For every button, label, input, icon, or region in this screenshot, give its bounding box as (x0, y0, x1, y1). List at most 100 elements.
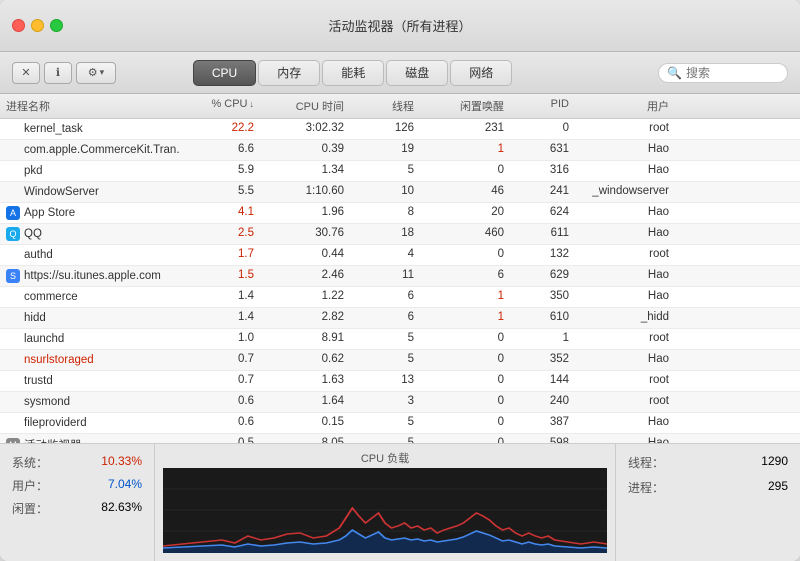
toolbar-left: ✕ ℹ ⚙ ▾ (12, 62, 116, 84)
cell-pid: 316 (510, 162, 575, 180)
cell-time: 0.39 (260, 141, 350, 159)
table-row[interactable]: hidd 1.4 2.82 6 1 610 _hidd (0, 308, 800, 329)
cell-user: Hao (575, 225, 675, 243)
table-row[interactable]: nsurlstoraged 0.7 0.62 5 0 352 Hao (0, 350, 800, 371)
titlebar: 活动监视器（所有进程） (0, 0, 800, 52)
cell-idle: 0 (420, 162, 510, 180)
cell-cpu: 6.6 (180, 141, 260, 159)
settings-button[interactable]: ⚙ ▾ (76, 62, 116, 84)
table-row[interactable]: sysmond 0.6 1.64 3 0 240 root (0, 392, 800, 413)
col-idle[interactable]: 闲置唤醒 (420, 98, 510, 114)
cell-name: AApp Store (0, 204, 180, 222)
traffic-lights (12, 19, 63, 32)
search-box[interactable]: 🔍 (658, 63, 788, 83)
table-row[interactable]: trustd 0.7 1.63 13 0 144 root (0, 371, 800, 392)
tab-energy[interactable]: 能耗 (322, 60, 384, 86)
cell-threads: 5 (350, 330, 420, 348)
process-icon (6, 311, 20, 325)
cell-time: 1.34 (260, 162, 350, 180)
stat-processes: 进程： 295 (628, 479, 788, 496)
cell-time: 2.82 (260, 309, 350, 327)
cell-threads: 126 (350, 120, 420, 138)
cell-pid: 624 (510, 204, 575, 222)
table-row[interactable]: commerce 1.4 1.22 6 1 350 Hao (0, 287, 800, 308)
table-row[interactable]: fileproviderd 0.6 0.15 5 0 387 Hao (0, 413, 800, 434)
stat-system: 系统： 10.33% (12, 454, 142, 471)
cell-pid: 0 (510, 120, 575, 138)
table-row[interactable]: kernel_task 22.2 3:02.32 126 231 0 root (0, 119, 800, 140)
cell-pid: 629 (510, 267, 575, 285)
cell-cpu: 0.6 (180, 393, 260, 411)
gear-icon: ⚙ (88, 66, 98, 79)
table-row[interactable]: authd 1.7 0.44 4 0 132 root (0, 245, 800, 266)
table-row[interactable]: Shttps://su.itunes.apple.com 1.5 2.46 11… (0, 266, 800, 287)
col-time[interactable]: CPU 时间 (260, 98, 350, 114)
cell-name: Shttps://su.itunes.apple.com (0, 267, 180, 285)
cell-cpu: 5.9 (180, 162, 260, 180)
cell-user: Hao (575, 267, 675, 285)
cell-idle: 0 (420, 372, 510, 390)
cell-name: nsurlstoraged (0, 351, 180, 369)
col-threads[interactable]: 线程 (350, 98, 420, 114)
cell-cpu: 1.7 (180, 246, 260, 264)
cell-cpu: 0.6 (180, 414, 260, 432)
cell-name: WindowServer (0, 183, 180, 201)
footer-stats: 系统： 10.33% 用户： 7.04% 闲置： 82.63% (0, 444, 155, 561)
tab-network[interactable]: 网络 (450, 60, 512, 86)
cell-user: _windowserver (575, 183, 675, 201)
cell-name: QQQ (0, 225, 180, 243)
cell-idle: 0 (420, 246, 510, 264)
chart-area (163, 468, 607, 557)
tab-disk[interactable]: 磁盘 (386, 60, 448, 86)
process-icon (6, 290, 20, 304)
cell-cpu: 22.2 (180, 120, 260, 138)
col-pid[interactable]: PID (510, 98, 575, 114)
cell-idle: 231 (420, 120, 510, 138)
col-user[interactable]: 用户 (575, 98, 675, 114)
process-icon (6, 332, 20, 346)
cell-cpu: 1.4 (180, 309, 260, 327)
stat-threads-label: 线程： (628, 454, 664, 471)
cell-name: authd (0, 246, 180, 264)
cell-idle: 46 (420, 183, 510, 201)
table-row[interactable]: AApp Store 4.1 1.96 8 20 624 Hao (0, 203, 800, 224)
stat-user: 用户： 7.04% (12, 477, 142, 494)
tab-memory[interactable]: 内存 (258, 60, 320, 86)
close-button[interactable] (12, 19, 25, 32)
cell-idle: 460 (420, 225, 510, 243)
table-row[interactable]: com.apple.CommerceKit.Tran... 6.6 0.39 1… (0, 140, 800, 161)
cell-threads: 19 (350, 141, 420, 159)
cell-cpu: 2.5 (180, 225, 260, 243)
cell-idle: 1 (420, 309, 510, 327)
process-icon (6, 122, 20, 136)
col-cpu[interactable]: % CPU ↓ (180, 98, 260, 114)
cell-user: root (575, 372, 675, 390)
table-row[interactable]: WindowServer 5.5 1:10.60 10 46 241 _wind… (0, 182, 800, 203)
table-row[interactable]: QQQ 2.5 30.76 18 460 611 Hao (0, 224, 800, 245)
maximize-button[interactable] (50, 19, 63, 32)
tab-cpu[interactable]: CPU (193, 60, 256, 86)
minimize-button[interactable] (31, 19, 44, 32)
cell-threads: 10 (350, 183, 420, 201)
cell-user: Hao (575, 162, 675, 180)
search-input[interactable] (686, 66, 776, 80)
cell-pid: 387 (510, 414, 575, 432)
cell-user: Hao (575, 351, 675, 369)
cell-pid: 598 (510, 435, 575, 443)
toolbar: ✕ ℹ ⚙ ▾ CPU 内存 能耗 磁盘 网络 🔍 (0, 52, 800, 94)
stop-button[interactable]: ✕ (12, 62, 40, 84)
process-icon (6, 248, 20, 262)
cell-time: 8.05 (260, 435, 350, 443)
cell-idle: 0 (420, 435, 510, 443)
info-button[interactable]: ℹ (44, 62, 72, 84)
table-row[interactable]: launchd 1.0 8.91 5 0 1 root (0, 329, 800, 350)
process-icon (6, 416, 20, 430)
cell-pid: 631 (510, 141, 575, 159)
cell-name: launchd (0, 330, 180, 348)
table-row[interactable]: pkd 5.9 1.34 5 0 316 Hao (0, 161, 800, 182)
cell-pid: 144 (510, 372, 575, 390)
process-icon (6, 353, 20, 367)
stat-threads-value: 1290 (761, 454, 788, 471)
cell-name: sysmond (0, 393, 180, 411)
table-row[interactable]: M活动监视器 0.5 8.05 5 0 598 Hao (0, 434, 800, 443)
